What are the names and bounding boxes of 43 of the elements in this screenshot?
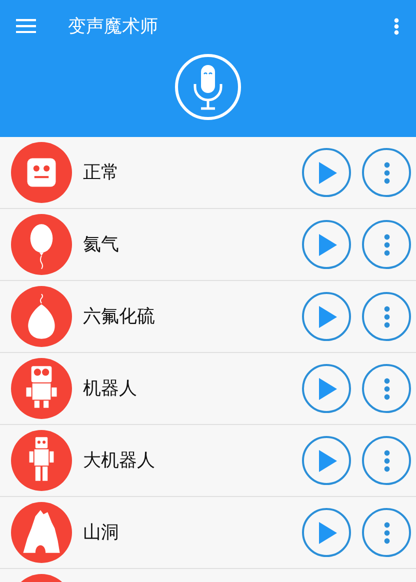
- effect-name: 氦气: [83, 233, 120, 257]
- options-button[interactable]: [362, 436, 411, 485]
- record-button[interactable]: [175, 54, 241, 120]
- robot-avatar-icon: [11, 430, 72, 491]
- play-icon: [319, 234, 337, 256]
- play-button[interactable]: [302, 364, 351, 413]
- balloon-avatar-icon: [11, 214, 72, 275]
- microphone-icon: [193, 64, 223, 110]
- app-title: 变声魔术师: [68, 14, 158, 38]
- play-button[interactable]: [302, 436, 351, 485]
- robot-avatar-icon: [11, 358, 72, 419]
- effect-name: 山洞: [83, 521, 120, 545]
- effect-name: 机器人: [83, 377, 138, 401]
- more-icon: [394, 18, 398, 34]
- options-button[interactable]: [362, 508, 411, 557]
- options-button[interactable]: [362, 292, 411, 341]
- play-icon: [319, 378, 337, 400]
- balloon-avatar-icon: [11, 286, 72, 347]
- play-icon: [319, 306, 337, 328]
- menu-button[interactable]: [16, 18, 36, 34]
- options-button[interactable]: [362, 148, 411, 197]
- menu-icon: [16, 19, 36, 33]
- more-icon: [384, 306, 390, 328]
- play-button[interactable]: [302, 508, 351, 557]
- play-button[interactable]: [302, 292, 351, 341]
- options-button[interactable]: [362, 364, 411, 413]
- effect-name: 大机器人: [83, 449, 156, 473]
- play-button[interactable]: [302, 220, 351, 269]
- cave-avatar-icon: [11, 502, 72, 563]
- play-icon: [319, 450, 337, 472]
- play-icon: [319, 162, 337, 184]
- effect-name: 正常: [83, 161, 120, 185]
- overflow-menu-button[interactable]: [392, 16, 400, 36]
- play-icon: [319, 522, 337, 544]
- more-icon: [384, 522, 390, 544]
- more-icon: [384, 450, 390, 472]
- effect-name: 六氟化硫: [83, 305, 156, 329]
- play-button[interactable]: [302, 148, 351, 197]
- options-button[interactable]: [362, 220, 411, 269]
- more-icon: [384, 162, 390, 184]
- face-avatar-icon: [11, 142, 72, 203]
- more-icon: [384, 234, 390, 256]
- more-icon: [384, 378, 390, 400]
